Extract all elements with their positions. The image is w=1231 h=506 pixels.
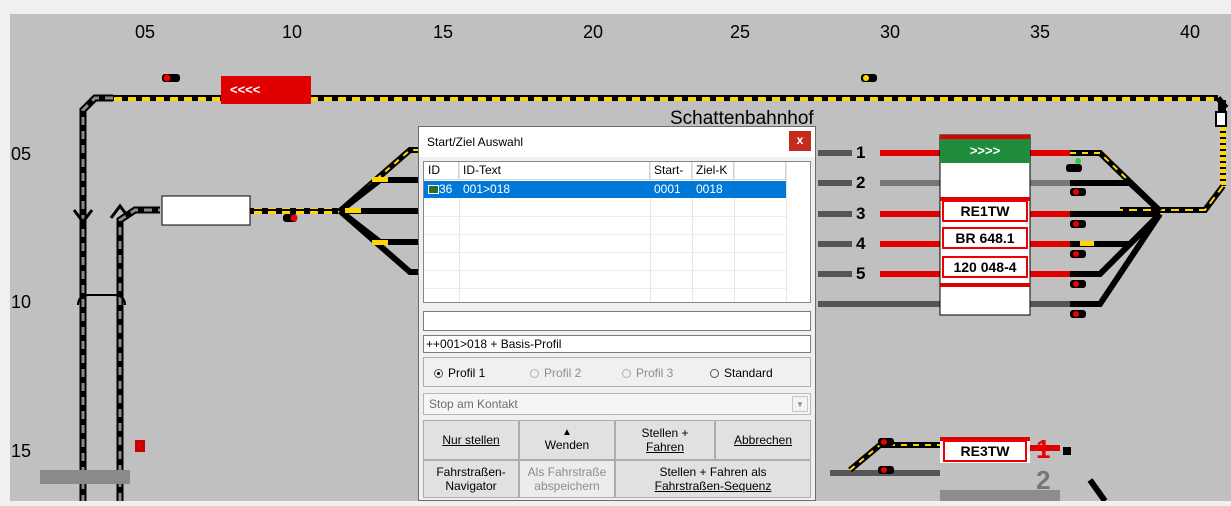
- profile-group: Profil 1 Profil 2 Profil 3 Standard: [423, 357, 811, 387]
- start-ziel-dialog[interactable]: Start/Ziel Auswahl x ID ID-Text Start-K …: [418, 126, 816, 501]
- grid-row-line: [424, 216, 786, 217]
- track-number-3: 3: [856, 204, 866, 223]
- row-start-k[interactable]: 0001: [650, 181, 692, 198]
- train-track-5[interactable]: 120 048-4: [943, 257, 1027, 277]
- grid-row-line: [424, 234, 786, 235]
- nur-stellen-label: Nur stellen: [442, 433, 500, 447]
- sequence-label-1: Stellen + Fahren als: [659, 465, 767, 479]
- radio-icon: [530, 369, 539, 378]
- train-top-left[interactable]: <<<<: [221, 76, 311, 104]
- column-tick-30: 30: [880, 22, 901, 42]
- column-tick-35: 35: [1030, 22, 1051, 42]
- row-id-cell[interactable]: 36: [424, 181, 459, 198]
- route-info-field: ++001>018 + Basis-Profil: [423, 335, 811, 353]
- row-tick-15: 15: [11, 441, 32, 461]
- row-id-text[interactable]: 001>018: [459, 181, 650, 198]
- row-tick-05: 05: [11, 144, 32, 164]
- lower-track-number-1: 1: [1036, 434, 1051, 464]
- column-tick-20: 20: [583, 22, 604, 42]
- navigator-button[interactable]: Fahrstraßen- Navigator: [423, 460, 519, 498]
- stop-select[interactable]: Stop am Kontakt ▼: [423, 393, 811, 415]
- column-header-spacer: [734, 162, 786, 180]
- standard-radio[interactable]: Standard: [710, 366, 773, 380]
- row-ziel-k[interactable]: 0018: [692, 181, 734, 198]
- stop-select-value: Stop am Kontakt: [429, 397, 518, 411]
- column-header-id[interactable]: ID: [424, 162, 459, 180]
- row-id: 36: [439, 182, 453, 196]
- grid-row-line: [424, 288, 786, 289]
- column-header-start-k[interactable]: Start-K: [650, 162, 692, 194]
- dialog-title-bar[interactable]: Start/Ziel Auswahl x: [419, 127, 815, 157]
- profile-2-radio[interactable]: Profil 2: [530, 366, 581, 380]
- sequence-button[interactable]: Stellen + Fahren als Fahrstraßen-Sequenz: [615, 460, 811, 498]
- grid-icon: [428, 185, 439, 194]
- lower-track-number-2: 2: [1036, 465, 1051, 495]
- search-input[interactable]: [423, 311, 811, 331]
- track-number-5: 5: [856, 264, 866, 283]
- close-button[interactable]: x: [789, 131, 811, 151]
- grid-row-line: [424, 252, 786, 253]
- navigator-label-2: Navigator: [445, 479, 497, 493]
- column-tick-40: 40: [1180, 22, 1201, 42]
- row-tick-10: 10: [11, 292, 32, 312]
- save-route-label-2: abspeichern: [534, 479, 600, 493]
- sequence-label-2: Fahrstraßen-Sequenz: [654, 479, 772, 493]
- track-number-1: 1: [856, 143, 866, 162]
- profile-3-label: Profil 3: [636, 366, 674, 380]
- stellen-fahren-button[interactable]: Stellen + Fahren: [615, 420, 715, 460]
- stellen-fahren-label-1: Stellen +: [641, 426, 689, 440]
- track-number-4: 4: [856, 234, 866, 253]
- train-track-4[interactable]: BR 648.1: [943, 228, 1027, 248]
- dialog-title: Start/Ziel Auswahl: [427, 135, 524, 149]
- profile-1-label: Profil 1: [448, 366, 486, 380]
- grid-row-line: [424, 270, 786, 271]
- column-tick-15: 15: [433, 22, 454, 42]
- column-tick-25: 25: [730, 22, 751, 42]
- profile-2-label: Profil 2: [544, 366, 582, 380]
- stellen-fahren-label-2: Fahren: [645, 440, 685, 454]
- column-header-id-text[interactable]: ID-Text: [459, 162, 650, 180]
- navigator-label-1: Fahrstraßen-: [436, 465, 506, 479]
- train-lower-track-1[interactable]: RE3TW: [944, 441, 1026, 461]
- abbrechen-button[interactable]: Abbrechen: [715, 420, 811, 460]
- wenden-label: Wenden: [544, 438, 590, 452]
- route-table[interactable]: ID ID-Text Start-K Ziel-K 36 001>018 000…: [423, 161, 811, 303]
- save-route-button[interactable]: Als Fahrstraße abspeichern: [519, 460, 615, 498]
- column-header-ziel-k[interactable]: Ziel-K: [692, 162, 734, 180]
- standard-label: Standard: [724, 366, 773, 380]
- column-tick-10: 10: [282, 22, 303, 42]
- radio-selected-icon: [434, 369, 443, 378]
- grid-divider: [786, 162, 787, 302]
- abbrechen-label: Abbrechen: [733, 433, 793, 447]
- nur-stellen-button[interactable]: Nur stellen: [423, 420, 519, 460]
- train-track-1[interactable]: >>>>: [940, 139, 1030, 163]
- train-track-3[interactable]: RE1TW: [943, 201, 1027, 221]
- arrow-up-icon: ▲: [562, 427, 572, 438]
- radio-icon: [622, 369, 631, 378]
- radio-icon: [710, 369, 719, 378]
- column-tick-05: 05: [135, 22, 156, 42]
- profile-3-radio[interactable]: Profil 3: [622, 366, 673, 380]
- chevron-down-icon[interactable]: ▼: [792, 396, 808, 412]
- wenden-button[interactable]: ▲ Wenden: [519, 420, 615, 460]
- track-number-2: 2: [856, 173, 866, 192]
- profile-1-radio[interactable]: Profil 1: [434, 366, 485, 380]
- save-route-label-1: Als Fahrstraße: [527, 465, 607, 479]
